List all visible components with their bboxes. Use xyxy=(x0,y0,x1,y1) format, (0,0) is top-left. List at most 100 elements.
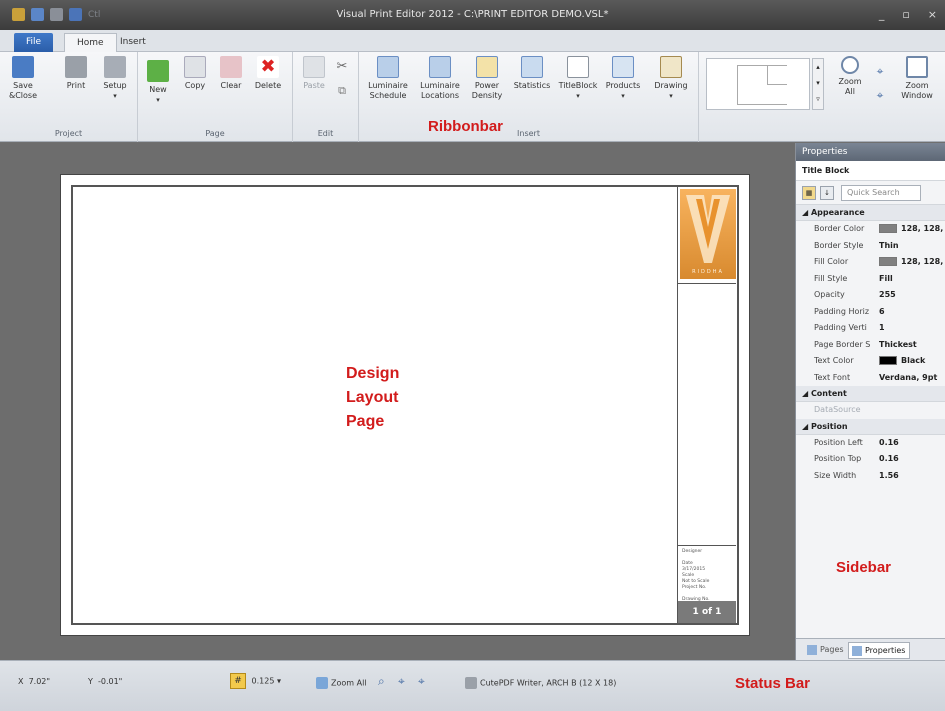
tab-insert[interactable]: Insert xyxy=(108,33,158,52)
property-value[interactable]: 128, 128, xyxy=(879,221,943,237)
page-border: RIDDHA Designer Date 3/17/2015 Scale Not… xyxy=(71,185,739,625)
property-value[interactable]: 6 xyxy=(879,304,885,320)
logo-wordmark: RIDDHA xyxy=(692,269,724,275)
property-value[interactable]: 128, 128, xyxy=(879,254,943,270)
property-row[interactable]: Border Style Thin xyxy=(796,238,945,255)
property-row[interactable]: Padding Verti 1 xyxy=(796,320,945,337)
layout-page[interactable]: RIDDHA Designer Date 3/17/2015 Scale Not… xyxy=(60,174,750,636)
clear-icon xyxy=(220,56,242,78)
luminaire-schedule-button[interactable]: Luminaire Schedule xyxy=(367,56,409,101)
zoom-window-button[interactable]: Zoom Window xyxy=(896,56,938,101)
property-row[interactable]: Opacity 255 xyxy=(796,287,945,304)
property-row[interactable]: Size Width 1.56 xyxy=(796,468,945,485)
statistics-button[interactable]: Statistics xyxy=(509,56,555,91)
sort-az-icon[interactable]: ↓ xyxy=(820,186,834,200)
snap-control[interactable]: # 0.125 ▾ xyxy=(230,673,281,689)
property-value[interactable]: 1 xyxy=(879,320,885,336)
drawing-shape-gallery[interactable] xyxy=(706,58,810,110)
property-value[interactable]: 0.16 xyxy=(879,435,899,451)
color-swatch xyxy=(879,356,897,365)
zoom-window-icon[interactable]: ⌕ xyxy=(378,674,385,689)
gallery-scroll[interactable]: ▴ ▾ ▿ xyxy=(812,58,824,110)
property-name: Opacity xyxy=(814,290,845,299)
selected-object-name: Title Block xyxy=(796,161,945,181)
property-name: Border Color xyxy=(814,224,865,233)
property-row[interactable]: Fill Style Fill xyxy=(796,271,945,288)
copy-button[interactable]: Copy xyxy=(182,56,208,91)
property-value-text: Fill xyxy=(879,273,893,283)
delete-button[interactable]: ✖ Delete xyxy=(252,56,284,91)
products-icon xyxy=(612,56,634,78)
property-row[interactable]: Position Left 0.16 xyxy=(796,435,945,452)
property-row[interactable]: Text Font Verdana, 9pt xyxy=(796,370,945,387)
zoom-all-button[interactable]: Zoom All xyxy=(834,56,866,97)
zoom-in-icon[interactable]: ⌖ xyxy=(398,674,405,689)
close-icon[interactable]: × xyxy=(928,8,937,21)
tab-pages[interactable]: Pages xyxy=(804,642,848,659)
quick-search-input[interactable]: Quick Search xyxy=(841,185,921,201)
property-value[interactable]: 255 xyxy=(879,287,896,303)
property-row[interactable]: Position Top 0.16 xyxy=(796,451,945,468)
print-button[interactable]: Print xyxy=(62,56,90,91)
zoom-out-icon[interactable]: ⌖ xyxy=(418,674,425,689)
property-value[interactable]: Thickest xyxy=(879,337,917,353)
maximize-icon[interactable]: ▫ xyxy=(902,8,909,21)
copy-icon[interactable]: ⧉ xyxy=(335,85,349,96)
zoom-out-icon[interactable]: ⌖ xyxy=(872,89,888,101)
property-row[interactable]: DataSource xyxy=(796,402,945,419)
property-name: Text Font xyxy=(814,372,851,382)
new-button[interactable]: New ▾ xyxy=(146,60,170,105)
categorized-icon[interactable]: ▦ xyxy=(802,186,816,200)
property-row[interactable]: Text Color Black xyxy=(796,353,945,370)
property-value[interactable]: Black xyxy=(879,353,925,369)
schedule-icon xyxy=(377,56,399,78)
property-value[interactable]: 0.16 xyxy=(879,451,899,467)
paste-button[interactable]: Paste xyxy=(301,56,327,91)
property-row[interactable]: Border Color 128, 128, xyxy=(796,221,945,238)
copy-icon xyxy=(184,56,206,78)
category-appearance[interactable]: ◢ Appearance xyxy=(796,205,945,221)
paste-icon xyxy=(303,56,325,78)
chevron-down-icon: ▾ xyxy=(669,92,673,100)
title-block[interactable]: RIDDHA Designer Date 3/17/2015 Scale Not… xyxy=(677,187,737,623)
tab-file[interactable]: File xyxy=(14,33,54,52)
property-value[interactable]: 1.56 xyxy=(879,468,899,484)
design-canvas[interactable]: RIDDHA Designer Date 3/17/2015 Scale Not… xyxy=(0,143,795,660)
zoom-in-icon[interactable]: ⌖ xyxy=(872,65,888,77)
annotation-ribbonbar: Ribbonbar xyxy=(428,118,503,135)
power-density-button[interactable]: Power Density xyxy=(469,56,505,101)
shape-preview-notch xyxy=(767,65,787,85)
luminaire-locations-button[interactable]: Luminaire Locations xyxy=(417,56,463,101)
sidebar-toolbar: ▦ ↓ Quick Search xyxy=(796,181,945,205)
tab-properties[interactable]: Properties xyxy=(848,642,911,659)
property-value-text: 0.16 xyxy=(879,437,899,447)
category-content[interactable]: ◢ Content xyxy=(796,386,945,402)
property-name: Padding Verti xyxy=(814,323,867,332)
status-zoom-all-button[interactable]: Zoom All xyxy=(316,677,367,689)
property-row[interactable]: Fill Color 128, 128, xyxy=(796,254,945,271)
property-value-text: Verdana, 9pt xyxy=(879,372,938,382)
property-row[interactable]: Padding Horiz 6 xyxy=(796,304,945,321)
setup-button[interactable]: Setup ▾ xyxy=(100,56,130,101)
titleblock-button[interactable]: TitleBlock ▾ xyxy=(557,56,599,101)
property-name: Position Top xyxy=(814,454,862,463)
locations-icon xyxy=(429,56,451,78)
property-name: Page Border S xyxy=(814,339,871,349)
cut-icon[interactable]: ✂ xyxy=(335,60,349,73)
property-row[interactable]: Page Border S Thickest xyxy=(796,337,945,354)
titleblock-icon xyxy=(567,56,589,78)
clear-button[interactable]: Clear xyxy=(218,56,244,91)
property-name: Fill Color xyxy=(814,257,849,266)
printer-selector[interactable]: CutePDF Writer, ARCH B (12 X 18) xyxy=(465,677,616,689)
minimize-icon[interactable]: _ xyxy=(879,8,885,21)
property-value[interactable]: Verdana, 9pt xyxy=(879,370,937,386)
titleblock-divider xyxy=(678,545,736,546)
drawing-icon xyxy=(660,56,682,78)
property-value[interactable]: Fill xyxy=(879,271,893,287)
drawing-button[interactable]: Drawing ▾ xyxy=(651,56,691,101)
property-value[interactable]: Thin xyxy=(879,238,899,254)
ribbon-group-project: Save &Close Print Setup ▾ Project xyxy=(0,52,138,142)
products-button[interactable]: Products ▾ xyxy=(603,56,643,101)
save-close-button[interactable]: Save &Close xyxy=(8,56,38,101)
category-position[interactable]: ◢ Position xyxy=(796,418,945,435)
